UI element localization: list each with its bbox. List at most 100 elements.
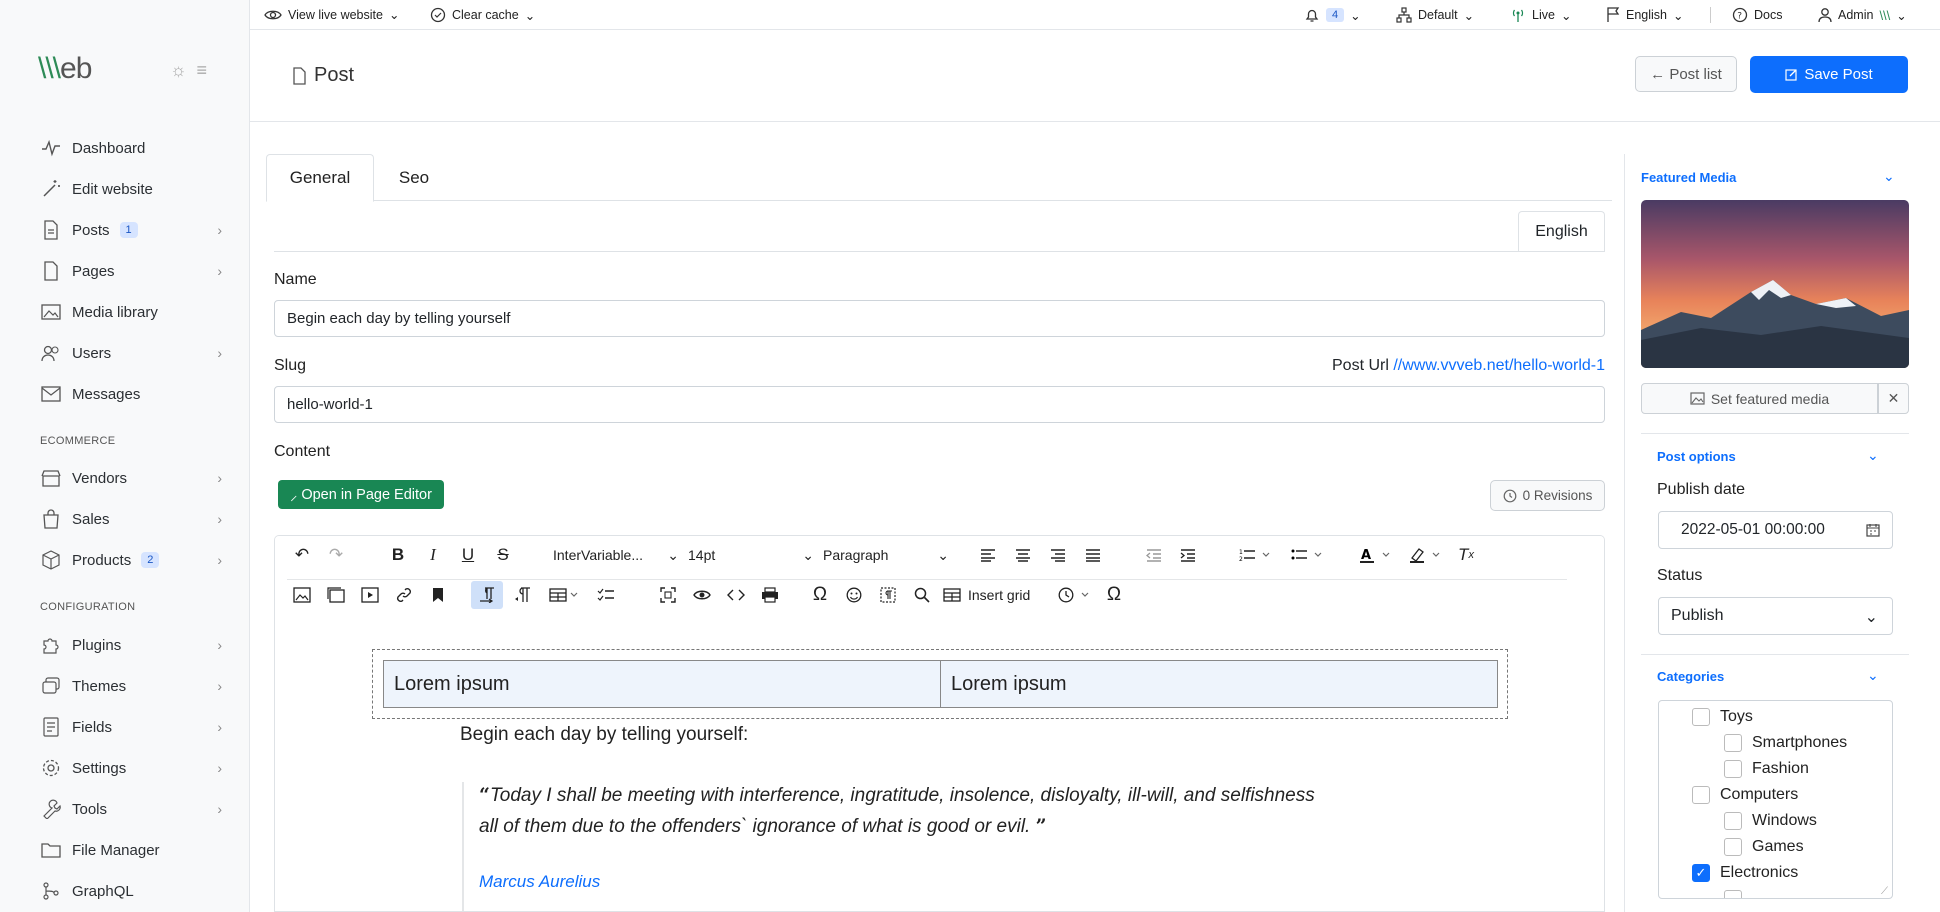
sidebar-item-tools[interactable]: Tools › [40, 794, 230, 824]
special-character-icon[interactable]: Ω [807, 582, 833, 608]
checkbox[interactable] [1724, 812, 1742, 830]
fullscreen-icon[interactable] [655, 582, 681, 608]
font-family-select[interactable]: InterVariable... ⌄ [553, 542, 679, 568]
insert-image-icon[interactable] [289, 582, 315, 608]
checkbox[interactable] [1724, 890, 1742, 898]
category-item-games[interactable]: Games [1724, 838, 1804, 856]
align-justify-icon[interactable] [1080, 542, 1106, 568]
post-url-link[interactable]: //www.vvveb.net/hello-world-1 [1393, 357, 1605, 374]
insert-grid-button[interactable]: Insert grid [943, 582, 1043, 608]
blockquote[interactable]: “Today I shall be meeting with interfere… [479, 780, 1439, 842]
align-left-icon[interactable] [975, 542, 1001, 568]
sidebar-item-vendors[interactable]: Vendors › [40, 463, 230, 493]
name-input[interactable]: Begin each day by telling yourself [274, 300, 1605, 337]
language-selector[interactable]: English ⌄ [1606, 7, 1683, 23]
checkbox[interactable] [1724, 760, 1742, 778]
checkbox-checked[interactable]: ✓ [1692, 864, 1710, 882]
revisions-button[interactable]: 0 Revisions [1490, 480, 1605, 511]
tab-general[interactable]: General [266, 154, 374, 202]
view-live-website-menu[interactable]: View live website ⌄ [264, 7, 399, 22]
tab-language-english[interactable]: English [1518, 211, 1605, 252]
docs-link[interactable]: ? Docs [1732, 7, 1782, 23]
calendar-icon[interactable] [1866, 523, 1880, 537]
sidebar-item-users[interactable]: Users › [40, 338, 230, 368]
mode-selector[interactable]: Live ⌄ [1510, 7, 1571, 23]
category-item-smartphones[interactable]: Smartphones [1724, 734, 1847, 752]
text-color-icon[interactable]: A [1355, 542, 1395, 568]
numbered-list-icon[interactable]: 12 [1235, 542, 1275, 568]
search-icon[interactable] [909, 582, 935, 608]
resize-handle-icon[interactable]: ⟋ [1881, 887, 1891, 897]
table-icon[interactable] [545, 582, 585, 608]
category-item-windows[interactable]: Windows [1724, 812, 1817, 830]
categories-list[interactable]: Toys Smartphones Fashion Computers Windo… [1658, 700, 1893, 899]
preview-icon[interactable] [689, 582, 715, 608]
block-format-select[interactable]: Paragraph ⌄ [823, 542, 949, 568]
source-code-icon[interactable] [723, 582, 749, 608]
set-featured-media-button[interactable]: Set featured media [1641, 383, 1878, 414]
insert-video-icon[interactable] [357, 582, 383, 608]
sidebar-item-themes[interactable]: Themes › [40, 671, 230, 701]
indent-icon[interactable] [1175, 542, 1201, 568]
content-table[interactable]: Lorem ipsum Lorem ipsum [372, 649, 1508, 719]
outdent-icon[interactable] [1141, 542, 1167, 568]
bookmark-icon[interactable] [425, 582, 451, 608]
intro-paragraph[interactable]: Begin each day by telling yourself: [460, 724, 748, 746]
open-page-editor-button[interactable]: ⸝ Open in Page Editor [278, 480, 444, 509]
clear-cache-menu[interactable]: Clear cache ⌄ [430, 7, 535, 23]
sidebar-item-media-library[interactable]: Media library [40, 297, 230, 327]
sidebar-item-plugins[interactable]: Plugins › [40, 630, 230, 660]
sidebar-item-dashboard[interactable]: Dashboard [40, 133, 230, 163]
underline-icon[interactable]: U [455, 542, 481, 568]
sidebar-item-messages[interactable]: Messages [40, 379, 230, 409]
site-selector[interactable]: Default ⌄ [1396, 7, 1474, 23]
tab-seo[interactable]: Seo [374, 154, 454, 202]
chevron-down-icon[interactable]: ⌄ [1867, 447, 1879, 464]
chevron-down-icon[interactable]: ⌄ [1867, 667, 1879, 684]
strikethrough-icon[interactable]: S [490, 542, 516, 568]
bold-icon[interactable]: B [385, 542, 411, 568]
sidebar-item-file-manager[interactable]: File Manager [40, 835, 230, 865]
featured-media-image[interactable] [1641, 200, 1909, 368]
checklist-icon[interactable] [593, 582, 619, 608]
notifications-menu[interactable]: 4 ⌄ [1304, 7, 1361, 23]
align-center-icon[interactable] [1010, 542, 1036, 568]
link-icon[interactable] [391, 582, 417, 608]
categories-heading[interactable]: Categories [1657, 669, 1724, 684]
highlight-color-icon[interactable] [1405, 542, 1445, 568]
sidebar-item-edit-website[interactable]: Edit website [40, 174, 230, 204]
menu-toggle-icon[interactable]: ≡ [197, 60, 208, 80]
featured-media-heading[interactable]: Featured Media [1641, 170, 1736, 185]
quote-author[interactable]: Marcus Aurelius [479, 872, 600, 892]
rtl-direction-icon[interactable] [510, 582, 536, 608]
sidebar-item-posts[interactable]: Posts 1 › [40, 215, 230, 245]
align-right-icon[interactable] [1045, 542, 1071, 568]
emoji-icon[interactable] [841, 582, 867, 608]
category-item-partial[interactable] [1724, 890, 1742, 898]
sidebar-item-graphql[interactable]: GraphQL [40, 876, 230, 906]
editor-content[interactable]: Lorem ipsum Lorem ipsum Begin each day b… [275, 622, 1604, 911]
media-library-icon[interactable] [323, 582, 349, 608]
redo-icon[interactable]: ↷ [323, 542, 349, 568]
post-list-button[interactable]: ← Post list [1635, 56, 1737, 92]
font-size-select[interactable]: 14pt ⌄ [688, 542, 814, 568]
ltr-direction-icon[interactable] [471, 581, 503, 609]
remove-media-button[interactable]: ✕ [1878, 383, 1909, 414]
app-logo[interactable]: \\\eb [38, 52, 92, 86]
print-icon[interactable] [757, 582, 783, 608]
category-item-fashion[interactable]: Fashion [1724, 760, 1809, 778]
checkbox[interactable] [1724, 734, 1742, 752]
category-item-toys[interactable]: Toys [1692, 708, 1753, 726]
checkbox[interactable] [1724, 838, 1742, 856]
table-cell[interactable]: Lorem ipsum [383, 660, 941, 708]
category-item-electronics[interactable]: ✓ Electronics [1692, 864, 1798, 882]
sidebar-item-settings[interactable]: Settings › [40, 753, 230, 783]
clear-formatting-icon[interactable]: Tx [1453, 542, 1479, 568]
slug-input[interactable]: hello-world-1 [274, 386, 1605, 423]
category-item-computers[interactable]: Computers [1692, 786, 1798, 804]
special-character-icon[interactable]: Ω [1101, 582, 1127, 608]
italic-icon[interactable]: I [420, 542, 446, 568]
checkbox[interactable] [1692, 786, 1710, 804]
insert-datetime-icon[interactable] [1055, 582, 1095, 608]
bullet-list-icon[interactable] [1287, 542, 1327, 568]
